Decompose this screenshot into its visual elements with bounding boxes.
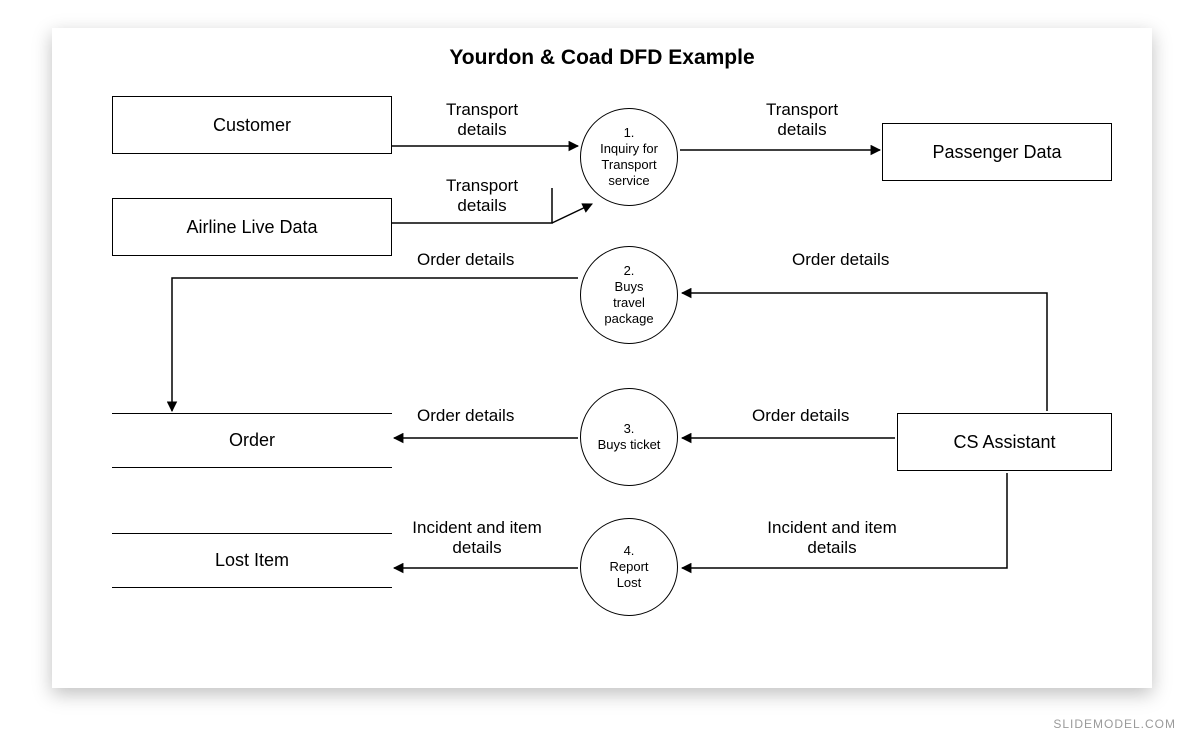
process-2: 2. Buys travel package bbox=[580, 246, 678, 344]
process-4-l2: Lost bbox=[617, 575, 642, 591]
flow-label-customer-to-p1: Transportdetails bbox=[412, 100, 552, 141]
entity-customer: Customer bbox=[112, 96, 392, 154]
process-3: 3. Buys ticket bbox=[580, 388, 678, 486]
process-1: 1. Inquiry for Transport service bbox=[580, 108, 678, 206]
entity-airline: Airline Live Data bbox=[112, 198, 392, 256]
datastore-lost-item: Lost Item bbox=[112, 533, 392, 588]
flow-label-airline-to-p1: Transportdetails bbox=[412, 176, 552, 217]
entity-passenger-data: Passenger Data bbox=[882, 123, 1112, 181]
entity-customer-label: Customer bbox=[213, 115, 291, 136]
process-4-num: 4. bbox=[624, 543, 635, 559]
diagram-title: Yourdon & Coad DFD Example bbox=[52, 46, 1152, 70]
entity-cs-label: CS Assistant bbox=[953, 432, 1055, 453]
datastore-order-label: Order bbox=[229, 430, 275, 451]
process-4-l1: Report bbox=[609, 559, 648, 575]
entity-passenger-label: Passenger Data bbox=[932, 142, 1061, 163]
process-2-l2: travel bbox=[613, 295, 645, 311]
process-3-num: 3. bbox=[624, 421, 635, 437]
entity-airline-label: Airline Live Data bbox=[186, 217, 317, 238]
flow-label-cs-to-p4: Incident and itemdetails bbox=[752, 518, 912, 559]
flow-label-cs-to-p2: Order details bbox=[792, 250, 889, 270]
process-1-l1: Inquiry for bbox=[600, 141, 658, 157]
flow-label-p1-to-passenger: Transportdetails bbox=[732, 100, 872, 141]
flow-label-cs-to-p3: Order details bbox=[752, 406, 849, 426]
flow-label-p2-to-order-top: Order details bbox=[417, 250, 514, 270]
process-1-l3: service bbox=[608, 173, 649, 189]
process-3-l1: Buys ticket bbox=[598, 437, 661, 453]
entity-cs-assistant: CS Assistant bbox=[897, 413, 1112, 471]
process-1-num: 1. bbox=[624, 125, 635, 141]
flow-label-p3-to-order: Order details bbox=[417, 406, 514, 426]
process-2-l3: package bbox=[604, 311, 653, 327]
process-4: 4. Report Lost bbox=[580, 518, 678, 616]
process-2-l1: Buys bbox=[615, 279, 644, 295]
process-1-l2: Transport bbox=[601, 157, 656, 173]
flow-label-p4-to-lost: Incident and itemdetails bbox=[397, 518, 557, 559]
process-2-num: 2. bbox=[624, 263, 635, 279]
slide-canvas: Yourdon & Coad DFD Example Customer Airl… bbox=[52, 28, 1152, 688]
datastore-order: Order bbox=[112, 413, 392, 468]
datastore-lost-label: Lost Item bbox=[215, 550, 289, 571]
watermark: SLIDEMODEL.COM bbox=[1053, 717, 1176, 731]
